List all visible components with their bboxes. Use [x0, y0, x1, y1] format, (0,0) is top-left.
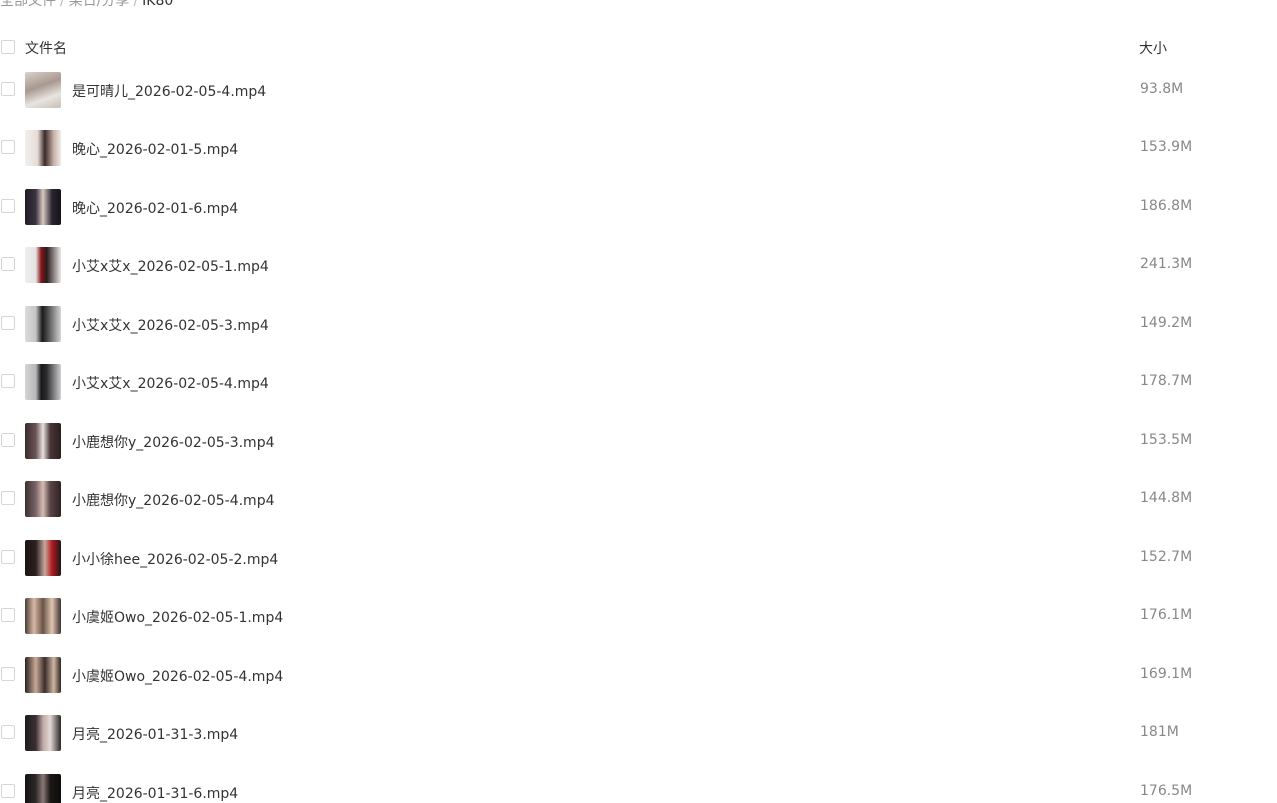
- file-row[interactable]: 晚心_2026-02-01-5.mp4 153.9M: [0, 130, 1277, 188]
- breadcrumb-current: IK80: [142, 0, 174, 9]
- file-size: 176.5M: [1140, 783, 1193, 799]
- file-name[interactable]: 小虞姬Owo_2026-02-05-1.mp4: [72, 607, 283, 627]
- file-name[interactable]: 月亮_2026-01-31-6.mp4: [72, 783, 238, 803]
- file-name[interactable]: 小鹿想你y_2026-02-05-3.mp4: [72, 432, 275, 452]
- file-row[interactable]: 小鹿想你y_2026-02-05-3.mp4 153.5M: [0, 423, 1277, 481]
- video-thumbnail[interactable]: [25, 540, 61, 576]
- file-name[interactable]: 小艾x艾x_2026-02-05-4.mp4: [72, 373, 269, 393]
- file-size: 181M: [1140, 724, 1179, 740]
- file-row[interactable]: 是可晴儿_2026-02-05-4.mp4 93.8M: [0, 72, 1277, 130]
- breadcrumb-folder[interactable]: 某日/分享: [69, 0, 130, 9]
- file-row[interactable]: 月亮_2026-01-31-6.mp4 176.5M: [0, 774, 1277, 803]
- table-header: 文件名 大小: [0, 36, 1277, 58]
- video-thumbnail[interactable]: [25, 715, 61, 751]
- file-row[interactable]: 小虞姬Owo_2026-02-05-4.mp4 169.1M: [0, 657, 1277, 715]
- row-checkbox[interactable]: [1, 316, 15, 330]
- breadcrumb-root[interactable]: 全部文件: [0, 0, 56, 9]
- row-checkbox[interactable]: [1, 433, 15, 447]
- file-name[interactable]: 小艾x艾x_2026-02-05-3.mp4: [72, 315, 269, 335]
- row-checkbox[interactable]: [1, 491, 15, 505]
- row-checkbox[interactable]: [1, 784, 15, 798]
- file-size: 144.8M: [1140, 490, 1193, 506]
- row-checkbox[interactable]: [1, 199, 15, 213]
- video-thumbnail[interactable]: [25, 774, 61, 803]
- video-thumbnail[interactable]: [25, 423, 61, 459]
- file-size: 153.5M: [1140, 432, 1193, 448]
- breadcrumb: 全部文件 / 某日/分享 / IK80: [0, 0, 174, 9]
- file-list-page: 全部文件 / 某日/分享 / IK80 文件名 大小 是可晴儿_2026-02-05-4…: [0, 0, 1277, 803]
- row-checkbox[interactable]: [1, 667, 15, 681]
- file-name[interactable]: 小鹿想你y_2026-02-05-4.mp4: [72, 490, 275, 510]
- file-row[interactable]: 小艾x艾x_2026-02-05-1.mp4 241.3M: [0, 247, 1277, 305]
- file-size: 178.7M: [1140, 373, 1193, 389]
- file-name[interactable]: 是可晴儿_2026-02-05-4.mp4: [72, 81, 266, 101]
- file-row[interactable]: 小虞姬Owo_2026-02-05-1.mp4 176.1M: [0, 598, 1277, 656]
- row-checkbox[interactable]: [1, 374, 15, 388]
- video-thumbnail[interactable]: [25, 657, 61, 693]
- file-size: 93.8M: [1140, 81, 1184, 97]
- file-row[interactable]: 晚心_2026-02-01-6.mp4 186.8M: [0, 189, 1277, 247]
- video-thumbnail[interactable]: [25, 189, 61, 225]
- row-checkbox[interactable]: [1, 257, 15, 271]
- video-thumbnail[interactable]: [25, 130, 61, 166]
- row-checkbox[interactable]: [1, 608, 15, 622]
- file-row[interactable]: 小小徐hee_2026-02-05-2.mp4 152.7M: [0, 540, 1277, 598]
- file-name[interactable]: 小小徐hee_2026-02-05-2.mp4: [72, 549, 278, 569]
- row-checkbox[interactable]: [1, 82, 15, 96]
- row-checkbox[interactable]: [1, 725, 15, 739]
- column-header-name[interactable]: 文件名: [25, 38, 67, 58]
- breadcrumb-separator: /: [133, 0, 139, 9]
- file-size: 153.9M: [1140, 139, 1193, 155]
- file-name[interactable]: 小虞姬Owo_2026-02-05-4.mp4: [72, 666, 283, 686]
- file-name[interactable]: 晚心_2026-02-01-5.mp4: [72, 139, 238, 159]
- file-size: 176.1M: [1140, 607, 1193, 623]
- file-row[interactable]: 小艾x艾x_2026-02-05-4.mp4 178.7M: [0, 364, 1277, 422]
- file-size: 186.8M: [1140, 198, 1193, 214]
- row-checkbox[interactable]: [1, 140, 15, 154]
- select-all-checkbox[interactable]: [1, 40, 15, 54]
- file-name[interactable]: 月亮_2026-01-31-3.mp4: [72, 724, 238, 744]
- video-thumbnail[interactable]: [25, 247, 61, 283]
- file-size: 169.1M: [1140, 666, 1193, 682]
- file-size: 149.2M: [1140, 315, 1193, 331]
- file-name[interactable]: 晚心_2026-02-01-6.mp4: [72, 198, 238, 218]
- file-row[interactable]: 小鹿想你y_2026-02-05-4.mp4 144.8M: [0, 481, 1277, 539]
- file-row[interactable]: 月亮_2026-01-31-3.mp4 181M: [0, 715, 1277, 773]
- column-header-size[interactable]: 大小: [1139, 38, 1167, 58]
- file-size: 241.3M: [1140, 256, 1193, 272]
- video-thumbnail[interactable]: [25, 364, 61, 400]
- file-size: 152.7M: [1140, 549, 1193, 565]
- video-thumbnail[interactable]: [25, 306, 61, 342]
- file-name[interactable]: 小艾x艾x_2026-02-05-1.mp4: [72, 256, 269, 276]
- breadcrumb-separator: /: [60, 0, 65, 9]
- video-thumbnail[interactable]: [25, 481, 61, 517]
- row-checkbox[interactable]: [1, 550, 15, 564]
- video-thumbnail[interactable]: [25, 72, 61, 108]
- file-row[interactable]: 小艾x艾x_2026-02-05-3.mp4 149.2M: [0, 306, 1277, 364]
- video-thumbnail[interactable]: [25, 598, 61, 634]
